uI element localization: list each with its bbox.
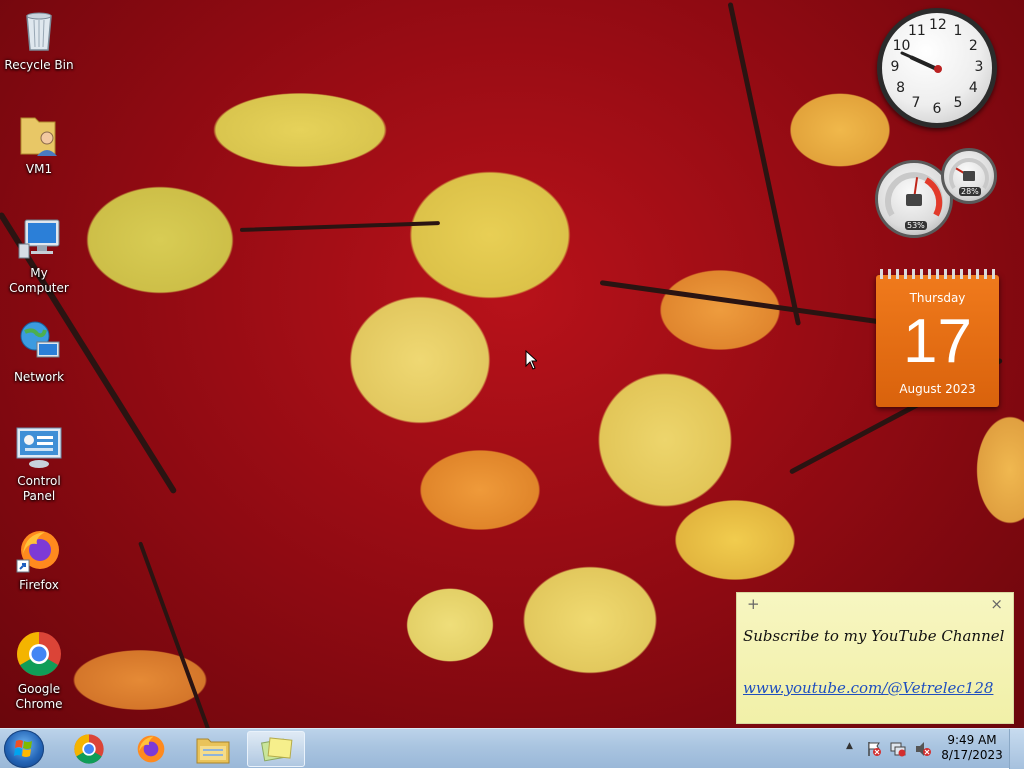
volume-muted-icon[interactable] <box>914 741 932 757</box>
taskbar-time: 9:49 AM <box>947 733 997 747</box>
wallpaper-branch <box>138 541 218 750</box>
clock-number: 6 <box>932 101 942 117</box>
tray-overflow-button[interactable]: ▲ <box>846 741 853 751</box>
cpu-meter-gadget[interactable]: 53% 28% <box>875 148 1000 238</box>
sticky-note-text[interactable]: Subscribe to my YouTube Channel <box>743 627 1004 645</box>
clock-number: 11 <box>908 22 926 39</box>
desktop-icon-label: Recycle Bin <box>4 58 74 72</box>
computer-icon <box>15 214 63 262</box>
firefox-icon <box>137 735 165 763</box>
taskbar: ▲ 9:49 AM 8/17/2023 <box>0 728 1024 769</box>
sticky-note-link[interactable]: www.youtube.com/@Vetrelec128 <box>743 679 993 697</box>
taskbar-explorer-button[interactable] <box>185 731 241 767</box>
wallpaper-branch <box>239 221 440 232</box>
sticky-note-add-button[interactable]: + <box>747 595 760 613</box>
calendar-rings <box>880 269 995 279</box>
clock-number: 2 <box>968 38 978 54</box>
clock-number: 7 <box>911 95 921 112</box>
firefox-icon <box>15 526 63 574</box>
sticky-note[interactable]: + × Subscribe to my YouTube Channel www.… <box>736 592 1014 724</box>
clock-number: 3 <box>974 59 984 75</box>
desktop-icon-recycle-bin[interactable]: Recycle Bin <box>0 6 78 73</box>
mouse-cursor-icon <box>525 350 537 370</box>
desktop-icon-label: My Computer <box>9 266 69 295</box>
wallpaper-branch <box>599 280 888 326</box>
action-center-flag-icon[interactable] <box>866 741 882 757</box>
memory-gauge: 28% <box>941 148 997 204</box>
cpu-value-label: 53% <box>905 221 927 230</box>
taskbar-firefox-button[interactable] <box>123 731 179 767</box>
clock-number: 9 <box>890 59 900 75</box>
calendar-month-year: August 2023 <box>899 382 976 396</box>
desktop-icon-my-computer[interactable]: My Computer <box>0 214 78 296</box>
chrome-icon <box>15 630 63 678</box>
clock-center-pin <box>934 65 942 73</box>
calendar-weekday: Thursday <box>909 291 966 305</box>
memory-value-label: 28% <box>959 187 981 196</box>
taskbar-clock[interactable]: 9:49 AM 8/17/2023 <box>936 733 1008 763</box>
show-desktop-button[interactable] <box>1009 729 1024 769</box>
clock-number: 12 <box>929 17 947 33</box>
taskbar-sticky-notes-button[interactable] <box>247 731 305 767</box>
calendar-day: 17 <box>903 307 972 376</box>
network-icon <box>15 318 63 366</box>
desktop-icon-firefox[interactable]: Firefox <box>0 526 78 593</box>
desktop-icon-label: Control Panel <box>17 474 61 503</box>
network-status-icon[interactable] <box>890 741 906 757</box>
windows-logo-icon <box>14 740 32 757</box>
desktop-icon-label: Google Chrome <box>15 682 63 711</box>
sticky-note-close-button[interactable]: × <box>990 595 1003 613</box>
sticky-notes-icon <box>261 737 293 762</box>
chrome-icon <box>74 734 104 764</box>
clock-number: 5 <box>953 95 963 112</box>
start-button[interactable] <box>4 730 44 768</box>
desktop-icon-vm1[interactable]: VM1 <box>0 110 78 177</box>
clock-number: 1 <box>953 22 963 39</box>
clock-number: 4 <box>968 80 978 96</box>
recycle-bin-icon <box>15 6 63 54</box>
desktop-icon-label: Network <box>13 370 65 384</box>
clock-gadget[interactable]: 12 1 2 3 4 5 6 7 8 9 10 11 <box>877 8 997 128</box>
desktop-icon-network[interactable]: Network <box>0 318 78 385</box>
control-panel-icon <box>15 422 63 470</box>
desktop-wallpaper: Recycle Bin VM1 My Computer Network Cont… <box>0 0 1024 750</box>
wallpaper-branch <box>727 1 802 326</box>
file-explorer-icon <box>196 738 230 764</box>
desktop-icon-label: Firefox <box>19 578 59 592</box>
user-folder-icon <box>15 110 63 158</box>
calendar-gadget[interactable]: Thursday 17 August 2023 <box>876 269 999 407</box>
desktop-icon-label: VM1 <box>25 162 53 176</box>
desktop-icon-control-panel[interactable]: Control Panel <box>0 422 78 504</box>
taskbar-date: 8/17/2023 <box>941 748 1003 762</box>
clock-number: 8 <box>896 80 906 96</box>
desktop-icon-google-chrome[interactable]: Google Chrome <box>0 630 78 712</box>
taskbar-chrome-button[interactable] <box>61 731 117 767</box>
